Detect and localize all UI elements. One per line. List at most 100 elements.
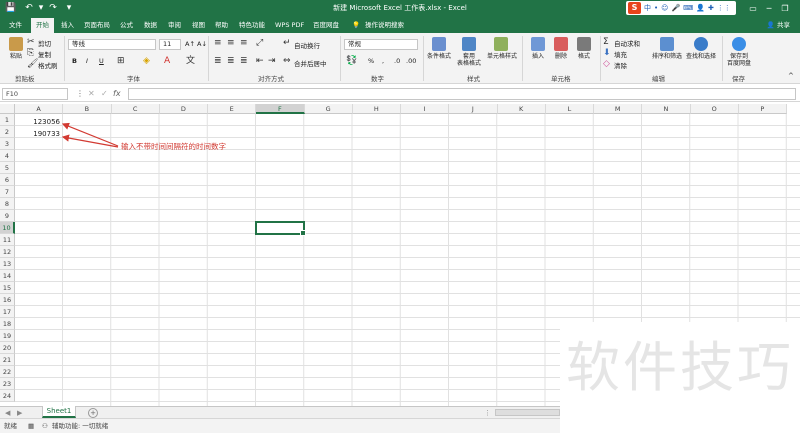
add-sheet-icon[interactable]: + <box>88 408 98 418</box>
divider <box>722 36 723 81</box>
split-handle-icon[interactable]: ⋮ <box>484 408 491 418</box>
shrink-font-button[interactable]: A↓ <box>197 40 207 48</box>
merge-center-button[interactable]: 合并后居中 <box>294 58 327 68</box>
ime-emoji-icon[interactable]: ☺ <box>661 2 668 14</box>
autosum-icon[interactable]: Σ <box>603 37 609 47</box>
ime-skin-icon[interactable]: ✚ <box>708 2 714 14</box>
share-button[interactable]: 👤 共享 <box>767 17 790 33</box>
underline-button[interactable]: U <box>99 57 104 65</box>
cell-styles-button[interactable]: 单元格样式 <box>487 37 518 60</box>
align-left-icon[interactable]: ≣ <box>214 56 222 66</box>
tab-page-layout[interactable]: 页面布局 <box>84 17 110 33</box>
window-title: 新建 Microsoft Excel 工作表.xlsx - Excel <box>333 4 467 12</box>
clear-icon[interactable]: ◇ <box>603 59 610 69</box>
italic-button[interactable]: I <box>86 57 88 65</box>
merge-center-icon[interactable]: ⇔ <box>283 56 291 66</box>
align-middle-icon[interactable]: ≡ <box>227 38 235 48</box>
copy-button[interactable]: 复制 <box>38 49 51 59</box>
paste-button[interactable]: 粘贴 <box>2 37 30 60</box>
format-cells-button[interactable]: 格式 <box>570 37 598 60</box>
tell-me-search[interactable]: 操作说明搜索 <box>365 17 404 33</box>
accessibility-status[interactable]: 辅助功能: 一切就绪 <box>52 419 108 433</box>
name-box[interactable]: F10 <box>2 88 68 100</box>
restore-icon[interactable]: ❐ <box>774 0 796 17</box>
save-icon[interactable]: 💾 <box>4 2 18 15</box>
borders-icon[interactable]: ⊞ <box>117 56 125 66</box>
align-bottom-icon[interactable]: ≡ <box>240 38 248 48</box>
fill-button[interactable]: 填充 <box>614 49 627 59</box>
ime-chinese-mode[interactable]: 中 <box>644 2 651 14</box>
tab-data[interactable]: 数据 <box>144 17 157 33</box>
fill-color-icon[interactable]: ◈ <box>143 56 150 66</box>
ime-keyboard-icon[interactable]: ⌨ <box>683 2 693 14</box>
tab-special-features[interactable]: 特色功能 <box>239 17 265 33</box>
tab-review[interactable]: 审阅 <box>168 17 181 33</box>
copy-icon[interactable]: ⎘ <box>27 48 34 58</box>
save-to-baidu-button[interactable]: 保存到 百度网盘 <box>724 37 754 67</box>
tab-home[interactable]: 开始 <box>31 18 54 33</box>
find-select-button[interactable]: 查找和选择 <box>685 37 717 60</box>
tab-file[interactable]: 文件 <box>9 17 22 33</box>
orientation-icon[interactable]: ⤢ <box>256 38 263 48</box>
cancel-icon[interactable]: ✕ <box>88 88 95 100</box>
align-right-icon[interactable]: ≣ <box>240 56 248 66</box>
enter-icon[interactable]: ✓ <box>101 88 108 100</box>
sheet-tab-sheet1[interactable]: Sheet1 <box>42 406 76 418</box>
tab-help[interactable]: 帮助 <box>215 17 228 33</box>
format-painter-button[interactable]: 格式刷 <box>38 60 58 70</box>
increase-indent-icon[interactable]: ⇥ <box>268 56 276 66</box>
autosum-button[interactable]: 自动求和 <box>614 38 640 48</box>
prev-sheet-icon[interactable]: ◀ <box>5 408 10 418</box>
collapse-ribbon-icon[interactable]: ^ <box>788 71 794 81</box>
bold-button[interactable]: B <box>72 57 77 65</box>
wrap-text-icon[interactable]: ↵ <box>283 38 291 48</box>
tab-insert[interactable]: 插入 <box>61 17 74 33</box>
align-center-icon[interactable]: ≣ <box>227 56 235 66</box>
font-size-select[interactable]: 11 <box>159 39 181 50</box>
tab-baidu-netdisk[interactable]: 百度网盘 <box>313 17 339 33</box>
accessibility-icon[interactable]: ⚇ <box>42 419 48 433</box>
wrap-text-button[interactable]: 自动换行 <box>294 40 320 50</box>
name-box-menu-icon[interactable]: ⋮ <box>76 88 84 100</box>
formula-input[interactable] <box>128 88 796 100</box>
macro-record-icon[interactable]: ▦ <box>28 419 34 433</box>
comma-style-button[interactable]: , <box>382 57 384 65</box>
tab-wps-pdf[interactable]: WPS PDF <box>275 17 304 33</box>
conditional-format-button[interactable]: 条件格式 <box>425 37 453 60</box>
next-sheet-icon[interactable]: ▶ <box>17 408 22 418</box>
customize-quick-access-icon[interactable]: ▾ <box>62 2 76 15</box>
decrease-decimal-button[interactable]: .00 <box>406 57 416 65</box>
accounting-format-icon[interactable]: 💱 <box>346 56 357 66</box>
font-name-select[interactable]: 等线 <box>68 39 156 50</box>
cell-styles-label: 单元格样式 <box>487 53 518 60</box>
cell-styles-icon <box>494 37 508 51</box>
font-color-icon[interactable]: A <box>164 56 170 66</box>
phonetic-icon[interactable]: 文 <box>186 56 195 66</box>
fill-icon[interactable]: ⬇ <box>603 48 611 58</box>
format-painter-icon[interactable]: 🖌 <box>27 59 38 69</box>
horizontal-scrollbar[interactable] <box>495 409 560 416</box>
ime-logo[interactable]: S <box>628 2 641 14</box>
decrease-indent-icon[interactable]: ⇤ <box>256 56 264 66</box>
ime-toolbar[interactable]: S 中 • ☺ 🎤 ⌨ 👤 ✚ ⋮⋮ <box>626 1 736 15</box>
ime-voice-icon[interactable]: 🎤 <box>671 2 680 14</box>
ime-punctuation-icon[interactable]: • <box>654 2 658 14</box>
cut-icon[interactable]: ✂ <box>27 37 35 47</box>
grow-font-button[interactable]: A↑ <box>185 40 195 48</box>
increase-decimal-button[interactable]: .0 <box>394 57 400 65</box>
redo-icon[interactable]: ↷ <box>46 2 60 15</box>
lightbulb-icon: 💡 <box>352 21 361 29</box>
percent-style-button[interactable]: % <box>368 57 374 65</box>
align-top-icon[interactable]: ≡ <box>214 38 222 48</box>
arrow-to-a1 <box>61 122 119 147</box>
format-as-table-button[interactable]: 套用 表格格式 <box>455 37 483 67</box>
cut-button[interactable]: 剪切 <box>38 38 51 48</box>
insert-function-icon[interactable]: fx <box>113 88 121 100</box>
tab-view[interactable]: 视图 <box>192 17 205 33</box>
sort-filter-button[interactable]: 排序和筛选 <box>651 37 683 60</box>
clear-button[interactable]: 清除 <box>614 60 627 70</box>
ime-menu-icon[interactable]: ⋮⋮ <box>717 2 731 14</box>
number-format-select[interactable]: 常规 <box>344 39 418 50</box>
tab-formulas[interactable]: 公式 <box>120 17 133 33</box>
ime-user-icon[interactable]: 👤 <box>696 2 705 14</box>
